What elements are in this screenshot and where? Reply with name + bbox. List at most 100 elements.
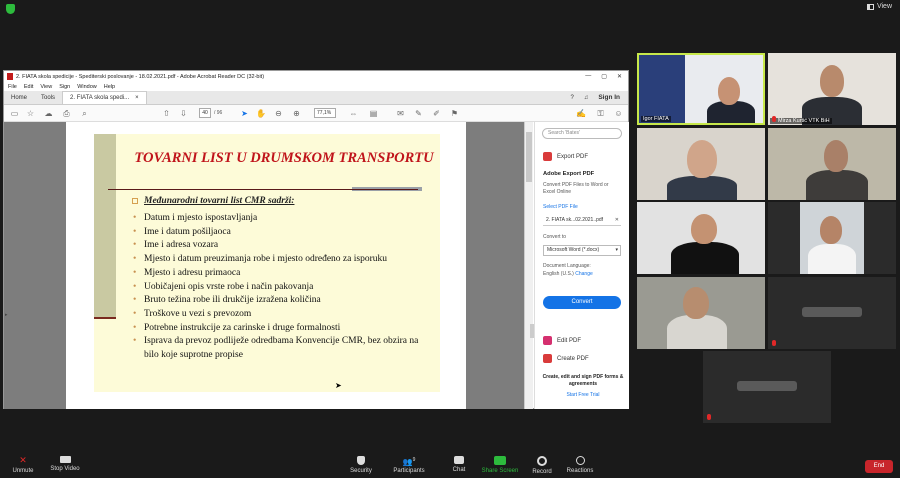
create-icon[interactable]: ▭ [10, 109, 19, 118]
participants-icon: 👥9 [402, 457, 416, 467]
list-item: Ime i adresa vozara [132, 239, 432, 253]
tab-home[interactable]: Home [4, 91, 34, 104]
participant-tile[interactable] [768, 202, 896, 274]
share-screen-button[interactable]: Share Screen [477, 456, 523, 474]
reactions-label: Reactions [566, 468, 594, 474]
bookmark-star-icon[interactable]: ☆ [26, 109, 35, 118]
list-item: Troškove u vezi s prevozom [132, 308, 432, 322]
document-language: Document Language: English (U.S.) Change [543, 262, 623, 278]
slide-list: Datum i mjesto ispostavljanja Ime i datu… [132, 212, 432, 363]
fit-page-icon[interactable]: ⇔ [349, 109, 358, 118]
menu-sign[interactable]: Sign [59, 84, 70, 90]
person-face [691, 214, 717, 244]
scroll-mode-icon[interactable]: ▤ [369, 109, 378, 118]
tab-close-icon[interactable]: × [135, 95, 139, 101]
maximize-icon[interactable]: ▢ [601, 73, 607, 80]
person-body [667, 315, 727, 349]
page-number-input[interactable]: 40 [199, 108, 211, 118]
menu-edit[interactable]: Edit [24, 84, 33, 90]
document-scrollbar[interactable] [524, 122, 533, 409]
view-label: View [876, 3, 892, 10]
reactions-button[interactable]: Reactions [557, 456, 603, 474]
scrollbar-thumb[interactable] [526, 132, 532, 182]
stamp-icon[interactable]: ⚑ [450, 109, 459, 118]
page-down-icon[interactable]: ⇩ [179, 109, 188, 118]
menu-help[interactable]: Help [104, 84, 115, 90]
edit-pdf-tool[interactable]: Edit PDF [543, 336, 581, 345]
tab-tools[interactable]: Tools [34, 91, 62, 104]
draw-icon[interactable]: ✐ [432, 109, 441, 118]
security-shield-icon[interactable] [6, 4, 15, 14]
minimize-icon[interactable]: — [585, 73, 591, 80]
tab-document[interactable]: 2. FIATA skola spedi... × [62, 91, 147, 104]
slide-title: TOVARNI LIST U DRUMSKOM TRANSPORTU [134, 150, 434, 166]
banner-background [639, 55, 685, 123]
lock-icon[interactable]: ⚿ [596, 109, 605, 118]
export-pdf-icon [543, 152, 552, 161]
select-cursor-icon[interactable]: ➤ [240, 109, 249, 118]
start-trial-link[interactable]: Start Free Trial [539, 392, 627, 398]
subheading-bullet [132, 198, 138, 204]
format-select[interactable]: Microsoft Word (*.docx) [543, 245, 621, 256]
doc-language-label: Document Language: [543, 263, 591, 269]
share-user-icon[interactable]: ☺ [614, 109, 623, 118]
fill-sign-icon[interactable]: ✍ [576, 109, 586, 118]
selected-file[interactable]: 2. FIATA sk...02.2021..pdf ✕ [543, 214, 621, 226]
participant-tile[interactable] [768, 277, 896, 349]
share-screen-label: Share Screen [481, 468, 519, 474]
stop-video-button[interactable]: Stop Video [42, 456, 88, 472]
remove-file-icon[interactable]: ✕ [615, 214, 619, 226]
tools-search-input[interactable]: Search 'Bates' [542, 128, 622, 139]
security-button[interactable]: Security [338, 456, 384, 474]
zoom-out-icon[interactable]: ⊖ [274, 109, 283, 118]
highlight-pen-icon[interactable]: ✎ [414, 109, 423, 118]
end-meeting-button[interactable]: End [865, 460, 893, 473]
list-item: Potrebne instrukcije za carinske i druge… [132, 322, 432, 336]
share-screen-icon [494, 456, 506, 465]
export-pdf-tool[interactable]: Export PDF [543, 152, 588, 161]
shield-icon [357, 456, 365, 465]
person-face [687, 140, 717, 178]
list-item: Bruto težina robe ili drukčije izražena … [132, 294, 432, 308]
hand-icon[interactable]: ✋ [256, 109, 266, 118]
list-item: Datum i mjesto ispostavljanja [132, 212, 432, 226]
close-window-icon[interactable]: ✕ [617, 73, 622, 80]
upload-cloud-icon[interactable]: ☁ [44, 109, 53, 118]
participant-tile[interactable] [637, 277, 765, 349]
window-title: 2. FIATA skola spedicije - Spediterski p… [16, 73, 265, 80]
page-up-icon[interactable]: ⇧ [162, 109, 171, 118]
participants-button[interactable]: 👥9 Participants [386, 456, 432, 474]
left-panel-toggle-icon[interactable]: ▸ [5, 312, 8, 318]
help-icon[interactable]: ? [570, 95, 573, 101]
tab-bar: Home Tools 2. FIATA skola spedi... × ? ♫… [4, 91, 628, 105]
menu-window[interactable]: Window [77, 84, 97, 90]
print-icon[interactable]: ⎙ [62, 109, 71, 118]
change-language-link[interactable]: Change [575, 271, 593, 277]
participant-tile[interactable]: Mirza Kurtić VTK BiH [768, 53, 896, 125]
participant-tile[interactable] [768, 128, 896, 200]
zoom-in-icon[interactable]: ⊕ [292, 109, 301, 118]
unmute-button[interactable]: ✕ Unmute [0, 456, 46, 475]
comment-icon[interactable]: ✉ [396, 109, 405, 118]
chat-button[interactable]: Chat [436, 456, 482, 473]
mic-muted-icon [772, 116, 776, 122]
person-face [718, 77, 740, 105]
view-button[interactable]: View [866, 3, 892, 10]
document-area[interactable]: ▸ TOVARNI LIST U DRUMSKOM TRANSPORTU Međ… [4, 122, 524, 409]
acrobat-titlebar: 2. FIATA skola spedicije - Spediterski p… [4, 71, 628, 82]
menu-view[interactable]: View [40, 84, 52, 90]
convert-button[interactable]: Convert [543, 296, 621, 309]
participant-tile[interactable] [637, 202, 765, 274]
bell-icon[interactable]: ♫ [584, 95, 589, 101]
select-pdf-label: Select PDF File [543, 204, 578, 210]
search-icon[interactable]: ⌕ [80, 109, 89, 118]
zoom-level-select[interactable]: 77,1% [314, 108, 336, 118]
list-item: Mjesto i datum preuzimanja robe i mjesto… [132, 253, 432, 267]
participant-tile[interactable]: Igor FIATA [637, 53, 765, 125]
menu-file[interactable]: File [8, 84, 17, 90]
sign-in-button[interactable]: Sign In [598, 94, 620, 101]
participant-tile[interactable] [703, 351, 831, 423]
create-pdf-tool[interactable]: Create PDF [543, 354, 589, 363]
participant-tile[interactable] [637, 128, 765, 200]
pdf-page: TOVARNI LIST U DRUMSKOM TRANSPORTU Međun… [66, 122, 466, 409]
